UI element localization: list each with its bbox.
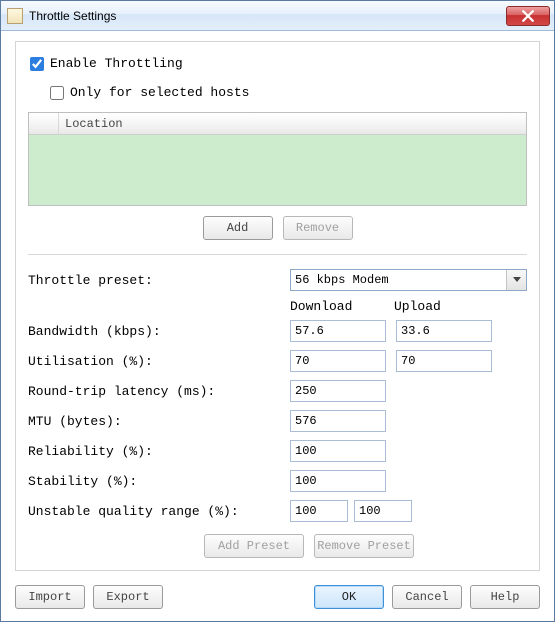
unstable-high-input[interactable] — [354, 500, 412, 522]
utilisation-download-input[interactable] — [290, 350, 386, 372]
only-selected-hosts-checkbox[interactable] — [50, 86, 64, 100]
cancel-button[interactable]: Cancel — [392, 585, 462, 609]
throttle-preset-label: Throttle preset: — [28, 273, 290, 288]
titlebar: Throttle Settings — [1, 1, 554, 31]
help-button[interactable]: Help — [470, 585, 540, 609]
hosts-location-column[interactable]: Location — [59, 117, 123, 131]
reliability-row: Reliability (%): — [28, 440, 527, 462]
chevron-down-icon — [513, 277, 521, 283]
reliability-label: Reliability (%): — [28, 444, 290, 459]
hosts-buttons-row: Add Remove — [28, 216, 527, 240]
import-button[interactable]: Import — [15, 585, 85, 609]
hosts-header-spacer — [29, 113, 59, 134]
window-title: Throttle Settings — [29, 9, 506, 23]
bandwidth-download-input[interactable] — [290, 320, 386, 342]
rtt-label: Round-trip latency (ms): — [28, 384, 290, 399]
hosts-list-header: Location — [29, 113, 526, 135]
enable-throttling-checkbox[interactable] — [30, 57, 44, 71]
hosts-list[interactable]: Location — [28, 112, 527, 206]
enable-throttling-row[interactable]: Enable Throttling — [30, 56, 527, 71]
throttle-preset-row: Throttle preset: 56 kbps Modem — [28, 269, 527, 291]
column-headers: Download Upload — [28, 299, 527, 314]
mtu-input[interactable] — [290, 410, 386, 432]
app-icon — [7, 8, 23, 24]
mtu-row: MTU (bytes): — [28, 410, 527, 432]
rtt-input[interactable] — [290, 380, 386, 402]
bandwidth-row: Bandwidth (kbps): — [28, 320, 527, 342]
add-preset-button[interactable]: Add Preset — [204, 534, 304, 558]
upload-column-header: Upload — [394, 299, 498, 314]
export-button[interactable]: Export — [93, 585, 163, 609]
stability-label: Stability (%): — [28, 474, 290, 489]
enable-throttling-label: Enable Throttling — [50, 56, 183, 71]
utilisation-row: Utilisation (%): — [28, 350, 527, 372]
close-button[interactable] — [506, 6, 550, 26]
throttle-settings-window: Throttle Settings Enable Throttling Only… — [0, 0, 555, 622]
unstable-range-label: Unstable quality range (%): — [28, 504, 290, 519]
inner-panel: Enable Throttling Only for selected host… — [15, 41, 540, 571]
rtt-row: Round-trip latency (ms): — [28, 380, 527, 402]
bandwidth-label: Bandwidth (kbps): — [28, 324, 290, 339]
remove-host-button[interactable]: Remove — [283, 216, 353, 240]
unstable-range-row: Unstable quality range (%): — [28, 500, 527, 522]
reliability-input[interactable] — [290, 440, 386, 462]
footer-buttons: Import Export OK Cancel Help — [15, 585, 540, 609]
only-selected-hosts-label: Only for selected hosts — [70, 85, 249, 100]
content-area: Enable Throttling Only for selected host… — [1, 31, 554, 621]
preset-buttons-row: Add Preset Remove Preset — [204, 534, 527, 558]
add-host-button[interactable]: Add — [203, 216, 273, 240]
throttle-preset-dropdown-button[interactable] — [506, 270, 526, 290]
only-selected-hosts-row[interactable]: Only for selected hosts — [50, 85, 527, 100]
stability-input[interactable] — [290, 470, 386, 492]
close-icon — [522, 10, 534, 22]
utilisation-label: Utilisation (%): — [28, 354, 290, 369]
utilisation-upload-input[interactable] — [396, 350, 492, 372]
download-column-header: Download — [290, 299, 394, 314]
mtu-label: MTU (bytes): — [28, 414, 290, 429]
bandwidth-upload-input[interactable] — [396, 320, 492, 342]
throttle-preset-select[interactable]: 56 kbps Modem — [290, 269, 527, 291]
stability-row: Stability (%): — [28, 470, 527, 492]
ok-button[interactable]: OK — [314, 585, 384, 609]
separator — [28, 254, 527, 255]
unstable-low-input[interactable] — [290, 500, 348, 522]
throttle-preset-value: 56 kbps Modem — [291, 270, 506, 290]
remove-preset-button[interactable]: Remove Preset — [314, 534, 414, 558]
